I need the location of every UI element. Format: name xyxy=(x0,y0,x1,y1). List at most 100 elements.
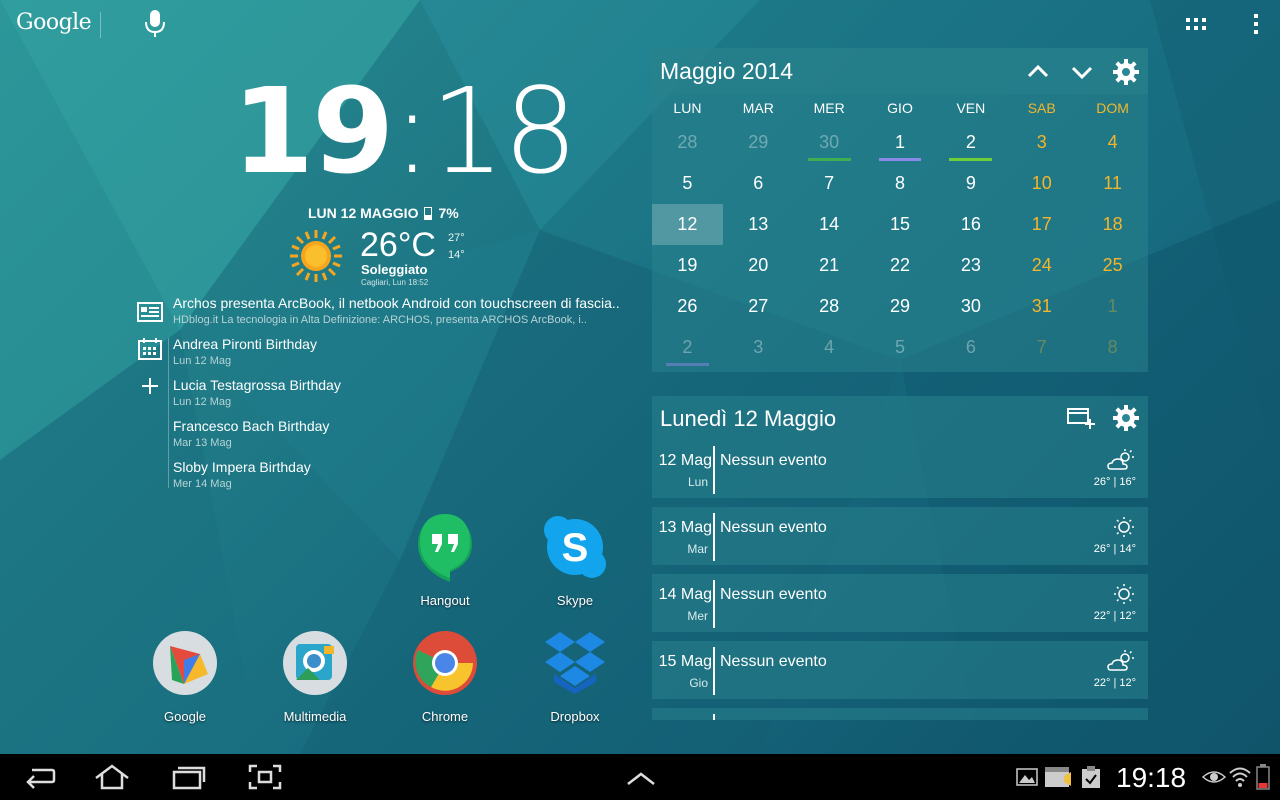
calendar-day[interactable]: 13 xyxy=(723,204,794,245)
calendar-month-title[interactable]: Maggio 2014 xyxy=(660,58,793,85)
calendar-week: 19 20 21 22 23 24 25 xyxy=(652,245,1148,286)
calendar-day[interactable]: 29 xyxy=(865,286,936,327)
feed-item-subtitle: Lun 12 Mag xyxy=(173,396,232,408)
calendar-day-today[interactable]: 12 xyxy=(652,204,723,245)
calendar-day[interactable]: 8 xyxy=(1077,327,1148,368)
calendar-day[interactable]: 31 xyxy=(1006,286,1077,327)
app-skype[interactable]: S Skype xyxy=(520,512,630,608)
calendar-day[interactable]: 17 xyxy=(1006,204,1077,245)
news-icon[interactable] xyxy=(137,302,163,322)
calendar-day[interactable]: 22 xyxy=(865,245,936,286)
calendar-day[interactable]: 7 xyxy=(1006,327,1077,368)
calendar-day[interactable]: 30 xyxy=(935,286,1006,327)
calendar-day[interactable]: 11 xyxy=(1077,163,1148,204)
calendar-day[interactable]: 5 xyxy=(652,163,723,204)
feed-item[interactable]: Archos presenta ArcBook, il netbook Andr… xyxy=(173,295,620,326)
clock-widget[interactable]: 19:18 xyxy=(232,72,578,190)
calendar-day[interactable]: 2 xyxy=(935,122,1006,163)
feed-item[interactable]: Francesco Bach Birthday Mar 13 Mag xyxy=(173,418,329,449)
screenshot-icon[interactable] xyxy=(248,762,282,792)
agenda-row[interactable]: 12 Mag Lun Nessun evento 26° | 16° xyxy=(652,440,1148,498)
feed-item[interactable]: Lucia Testagrossa Birthday Lun 12 Mag xyxy=(173,377,341,408)
calendar-day[interactable]: 3 xyxy=(723,327,794,368)
mic-icon[interactable] xyxy=(142,8,168,38)
calendar-day[interactable]: 23 xyxy=(935,245,1006,286)
chevron-down-icon[interactable] xyxy=(1068,58,1096,86)
calendar-day[interactable]: 25 xyxy=(1077,245,1148,286)
calendar-day[interactable]: 28 xyxy=(652,122,723,163)
calendar-day[interactable]: 1 xyxy=(1077,286,1148,327)
calendar-weekday-row: LUN MAR MER GIO VEN SAB DOM xyxy=(652,94,1148,122)
agenda-row[interactable]: 13 Mag Mar Nessun evento 26° | 14° xyxy=(652,507,1148,565)
gear-icon[interactable] xyxy=(1112,58,1140,86)
status-clock[interactable]: 19:18 xyxy=(1116,762,1186,794)
calendar-day[interactable]: 18 xyxy=(1077,204,1148,245)
calendar-day[interactable]: 4 xyxy=(1077,122,1148,163)
app-dropbox[interactable]: Dropbox xyxy=(520,628,630,724)
app-drawer-up-icon[interactable] xyxy=(624,762,658,792)
agenda-row-partial[interactable] xyxy=(652,708,1148,720)
calendar-day[interactable]: 20 xyxy=(723,245,794,286)
app-hangout[interactable]: Hangout xyxy=(390,512,500,608)
clipboard-check-icon[interactable] xyxy=(1080,765,1102,789)
calendar-day[interactable]: 24 xyxy=(1006,245,1077,286)
agenda-title[interactable]: Lunedì 12 Maggio xyxy=(660,406,836,432)
app-google[interactable]: Google xyxy=(130,628,240,724)
event-marker xyxy=(949,158,993,161)
agenda-weekday: Mar xyxy=(687,542,708,556)
calendar-day[interactable]: 1 xyxy=(865,122,936,163)
add-event-icon[interactable] xyxy=(1066,405,1096,431)
weekday-label: VEN xyxy=(956,100,986,116)
calendar-day[interactable]: 6 xyxy=(723,163,794,204)
calendar-day[interactable]: 8 xyxy=(865,163,936,204)
overflow-menu-icon[interactable] xyxy=(1248,12,1264,36)
agenda-separator xyxy=(713,647,715,695)
feed-item[interactable]: Andrea Pironti Birthday Lun 12 Mag xyxy=(173,336,317,367)
calendar-day[interactable]: 16 xyxy=(935,204,1006,245)
calendar-day[interactable]: 21 xyxy=(794,245,865,286)
google-search-logo[interactable]: Google xyxy=(16,10,92,35)
back-icon[interactable] xyxy=(22,762,56,792)
calendar-day[interactable]: 3 xyxy=(1006,122,1077,163)
apps-grid-icon[interactable] xyxy=(1184,14,1208,34)
calendar-day[interactable]: 19 xyxy=(652,245,723,286)
calendar-day[interactable]: 2 xyxy=(652,327,723,368)
calendar-day[interactable]: 5 xyxy=(865,327,936,368)
calendar-day[interactable]: 10 xyxy=(1006,163,1077,204)
agenda-row[interactable]: 15 Mag Gio Nessun evento 22° | 12° xyxy=(652,641,1148,699)
calendar-day[interactable]: 30 xyxy=(794,122,865,163)
weather-temperature[interactable]: 26°C xyxy=(360,226,436,265)
calendar-day[interactable]: 9 xyxy=(935,163,1006,204)
calendar-day[interactable]: 15 xyxy=(865,204,936,245)
calendar-day[interactable]: 4 xyxy=(794,327,865,368)
feed-item[interactable]: Sloby Impera Birthday Mer 14 Mag xyxy=(173,459,311,490)
calendar-day[interactable]: 29 xyxy=(723,122,794,163)
calendar-day[interactable]: 26 xyxy=(652,286,723,327)
agenda-date: 14 Mag xyxy=(658,586,712,603)
agenda-separator xyxy=(713,714,715,720)
calendar-day[interactable]: 28 xyxy=(794,286,865,327)
calendar-day[interactable]: 6 xyxy=(935,327,1006,368)
agenda-weekday: Lun xyxy=(687,475,708,489)
agenda-date: 12 Mag xyxy=(658,452,712,469)
add-icon[interactable] xyxy=(141,377,159,395)
calendar-icon[interactable] xyxy=(138,338,162,360)
calendar-day[interactable]: 14 xyxy=(794,204,865,245)
app-chrome[interactable]: Chrome xyxy=(390,628,500,724)
sun-icon xyxy=(290,230,342,282)
video-notification-icon[interactable] xyxy=(1044,766,1072,788)
app-label: Skype xyxy=(556,593,594,608)
calendar-day[interactable]: 7 xyxy=(794,163,865,204)
calendar-day[interactable]: 27 xyxy=(723,286,794,327)
home-icon[interactable] xyxy=(92,762,132,792)
sunny-icon xyxy=(1114,517,1134,537)
recent-apps-icon[interactable] xyxy=(170,762,206,792)
chevron-up-icon[interactable] xyxy=(1024,58,1052,86)
feed-item-subtitle: Mar 13 Mag xyxy=(173,437,232,449)
app-label: Multimedia xyxy=(283,709,347,724)
weekday-label: LUN xyxy=(673,100,702,116)
gallery-notification-icon[interactable] xyxy=(1016,766,1038,788)
gear-icon[interactable] xyxy=(1112,404,1140,432)
app-multimedia[interactable]: Multimedia xyxy=(260,628,370,724)
agenda-row[interactable]: 14 Mag Mer Nessun evento 22° | 12° xyxy=(652,574,1148,632)
